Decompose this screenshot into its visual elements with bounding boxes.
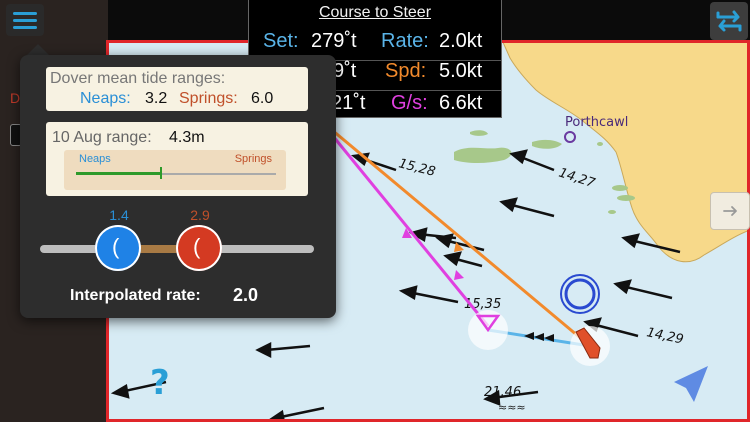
town-label: Porthcawl xyxy=(565,115,628,130)
spd-value: 5.0kt xyxy=(439,60,483,82)
course-to-steer-title[interactable]: Course to Steer xyxy=(249,4,501,22)
arrow-right-icon xyxy=(723,206,737,216)
hamburger-icon xyxy=(13,12,37,15)
bar-fill xyxy=(76,172,160,175)
cts-row-set-rate: Set: 279˚t Rate: 2.0kt xyxy=(249,30,503,58)
shoal xyxy=(608,210,616,214)
menu-button[interactable] xyxy=(6,4,44,36)
neaps-rate-handle[interactable]: ( xyxy=(95,225,141,271)
set-value: 279˚t xyxy=(311,30,357,52)
rate-slider[interactable]: 1.4 2.9 ( ( xyxy=(20,203,336,283)
shoal xyxy=(597,142,603,146)
bar-neaps-label: Neaps xyxy=(79,153,111,165)
swap-arrows-icon xyxy=(716,10,742,32)
springs-label: Springs: xyxy=(179,90,238,107)
springs-rate-handle[interactable]: ( xyxy=(176,225,222,271)
shoal xyxy=(612,185,628,191)
neaps-springs-bar: Neaps Springs xyxy=(64,150,286,190)
shoal xyxy=(617,195,635,201)
help-icon[interactable]: ? xyxy=(150,363,170,403)
handle-glyph-icon: ( xyxy=(193,234,201,259)
wave-symbol: ≈≈≈ xyxy=(498,401,526,414)
target-buoy[interactable] xyxy=(560,274,600,314)
tide-ranges-box: Dover mean tide ranges: Neaps: 3.2 Sprin… xyxy=(46,67,308,111)
gs-value: 6.6kt xyxy=(439,92,483,114)
slider-low-value: 1.4 xyxy=(109,207,129,223)
date-range-value: 4.3m xyxy=(169,129,205,146)
interpolated-rate-value: 2.0 xyxy=(233,285,259,305)
spd-label: Spd: xyxy=(385,60,427,82)
popover-caret xyxy=(27,44,49,55)
stream-label: 21,46 xyxy=(484,385,521,400)
handle-glyph-icon: ( xyxy=(112,234,120,259)
expand-panel-button[interactable] xyxy=(710,192,750,230)
set-label: Set: xyxy=(263,30,299,52)
bar-springs-label: Springs xyxy=(234,153,272,165)
bar-marker xyxy=(160,167,162,179)
gs-label: G/s: xyxy=(391,92,428,114)
hamburger-icon-bar xyxy=(13,19,37,22)
neaps-value: 3.2 xyxy=(145,90,168,107)
slider-high-value: 2.9 xyxy=(190,207,210,223)
date-range-label: 10 Aug range: xyxy=(52,129,152,146)
rate-value: 2.0kt xyxy=(439,30,483,52)
hamburger-icon-bar xyxy=(13,26,37,29)
neaps-label: Neaps: xyxy=(80,90,131,107)
sidebar-partial-label: D xyxy=(10,90,21,106)
interpolated-rate-label: Interpolated rate: xyxy=(70,287,201,304)
rate-label: Rate: xyxy=(381,30,429,52)
date-range-box: 10 Aug range: 4.3m Neaps Springs xyxy=(46,122,308,196)
course-partial-value: 9˚t xyxy=(333,60,357,82)
springs-value: 6.0 xyxy=(251,90,274,107)
tide-rate-popover: Dover mean tide ranges: Neaps: 3.2 Sprin… xyxy=(20,55,336,318)
ranges-heading: Dover mean tide ranges: xyxy=(50,70,226,87)
swap-button[interactable] xyxy=(710,2,748,40)
ground-course-partial-value: 21˚t xyxy=(331,92,366,114)
